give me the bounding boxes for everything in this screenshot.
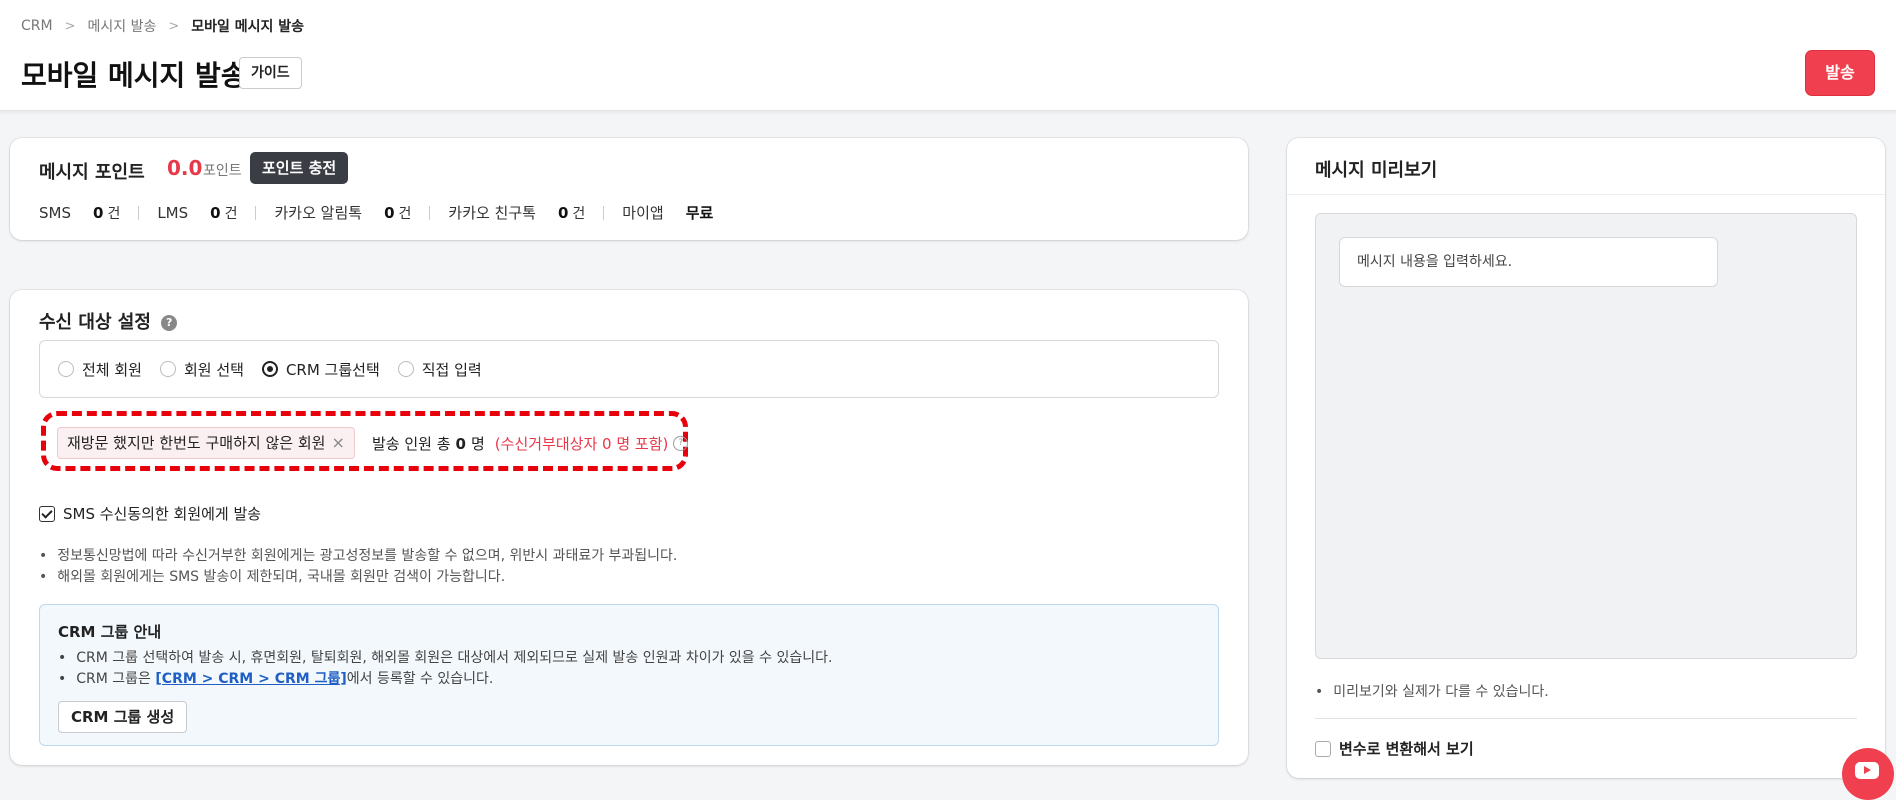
variable-convert-label: 변수로 변환해서 보기	[1339, 740, 1474, 758]
notice-item: 해외몰 회원에게는 SMS 발송이 제한되며, 국내몰 회원만 검색이 가능합니…	[39, 567, 677, 588]
divider	[138, 205, 140, 220]
count-unit-kakao-friendtalk: 건	[572, 205, 586, 222]
crm-group-info-list: CRM 그룹 선택하여 발송 시, 휴면회원, 탈퇴회원, 해외몰 회원은 대상…	[58, 648, 832, 690]
count-value-myapp: 무료	[685, 204, 714, 222]
close-icon[interactable]: ×	[331, 428, 344, 458]
divider	[429, 205, 431, 220]
preview-area: 메시지 내용을 입력하세요.	[1315, 213, 1857, 659]
notice-item: 정보통신망법에 따라 수신거부한 회원에게는 광고성정보를 발송할 수 없으며,…	[39, 546, 677, 567]
page-header: CRM > 메시지 발송 > 모바일 메시지 발송 모바일 메시지 발송 가이드…	[0, 0, 1896, 111]
youtube-play-icon	[1855, 762, 1879, 779]
send-count: 발송 인원 총 0 명 (수신거부대상자 0 명 포함) ?	[372, 433, 689, 454]
crm-group-info-item: CRM 그룹은 [CRM > CRM > CRM 그룹]에서 등록할 수 있습니…	[58, 669, 832, 690]
breadcrumb: CRM > 메시지 발송 > 모바일 메시지 발송	[21, 16, 304, 36]
divider	[1315, 718, 1857, 719]
radio-circle-icon	[58, 361, 74, 377]
count-unit-kakao-alimtalk: 건	[398, 205, 412, 222]
count-unit-sms: 건	[107, 205, 121, 222]
count-label-sms: SMS	[39, 203, 71, 222]
question-icon[interactable]: ?	[673, 436, 689, 451]
message-preview-card: 메시지 미리보기 메시지 내용을 입력하세요. 미리보기와 실제가 다를 수 있…	[1287, 138, 1885, 778]
crm-group-info-title: CRM 그룹 안내	[58, 623, 162, 641]
preview-note: 미리보기와 실제가 다를 수 있습니다.	[1315, 681, 1548, 701]
count-value-lms: 0	[210, 203, 221, 222]
selected-group-chip: 재방문 했지만 한번도 구매하지 않은 회원 ×	[57, 427, 355, 459]
variable-convert-checkbox[interactable]: 변수로 변환해서 보기	[1315, 738, 1474, 759]
help-icon[interactable]: ?	[161, 315, 178, 331]
chevron-right-icon: >	[168, 18, 180, 34]
guide-button[interactable]: 가이드	[239, 57, 302, 89]
radio-label: 전체 회원	[82, 360, 142, 379]
recipient-settings-title-text: 수신 대상 설정	[39, 312, 151, 333]
breadcrumb-item-current: 모바일 메시지 발송	[191, 19, 305, 35]
reject-count-text: (수신거부대상자 0 명 포함)	[494, 435, 669, 453]
radio-circle-icon	[159, 361, 176, 377]
points-unit: 포인트	[203, 163, 242, 179]
sms-consent-checkbox[interactable]: SMS 수신동의한 회원에게 발송	[39, 503, 261, 524]
page-title: 모바일 메시지 발송	[21, 59, 247, 92]
breadcrumb-item-message-send[interactable]: 메시지 발송	[88, 16, 157, 36]
preview-title: 메시지 미리보기	[1315, 160, 1438, 181]
count-label-kakao-alimtalk: 카카오 알림톡	[274, 204, 363, 222]
send-count-prefix: 발송 인원 총	[372, 435, 451, 453]
send-count-value: 0	[455, 434, 466, 453]
message-bubble: 메시지 내용을 입력하세요.	[1339, 237, 1718, 287]
radio-label: CRM 그룹선택	[285, 360, 380, 379]
sms-consent-label: SMS 수신동의한 회원에게 발송	[63, 505, 262, 523]
crm-group-info-box: CRM 그룹 안내 CRM 그룹 선택하여 발송 시, 휴면회원, 탈퇴회원, …	[39, 604, 1219, 746]
radio-circle-icon	[397, 361, 414, 377]
chip-label: 재방문 했지만 한번도 구매하지 않은 회원	[67, 434, 326, 452]
youtube-button[interactable]	[1842, 748, 1894, 800]
divider	[1287, 194, 1885, 195]
chevron-right-icon: >	[64, 18, 76, 34]
radio-label: 회원 선택	[183, 360, 244, 379]
info-text: 에서 등록할 수 있습니다.	[346, 671, 494, 687]
breadcrumb-item-crm[interactable]: CRM	[21, 18, 53, 34]
points-title: 메시지 포인트	[39, 162, 145, 183]
radio-crm-group[interactable]: CRM 그룹선택	[261, 359, 380, 380]
recipient-type-radio-group: 전체 회원 회원 선택 CRM 그룹선택 직접 입력	[39, 340, 1219, 398]
count-value-kakao-alimtalk: 0	[384, 203, 395, 222]
recipient-settings-card: 수신 대상 설정 ? 전체 회원 회원 선택 CRM 그룹선택 직접 입력 재방…	[10, 290, 1248, 765]
divider	[603, 205, 605, 220]
count-label-myapp: 마이앱	[622, 204, 664, 222]
count-label-kakao-friendtalk: 카카오 친구톡	[448, 204, 536, 222]
radio-direct-input[interactable]: 직접 입력	[397, 359, 482, 380]
message-points-card: 메시지 포인트 0.0 포인트 포인트 충전 SMS 0 건 LMS 0 건 카…	[10, 138, 1248, 240]
radio-all-members[interactable]: 전체 회원	[58, 359, 142, 380]
count-value-sms: 0	[93, 203, 104, 222]
send-button[interactable]: 발송	[1806, 51, 1874, 95]
crm-group-info-item: CRM 그룹 선택하여 발송 시, 휴면회원, 탈퇴회원, 해외몰 회원은 대상…	[58, 648, 832, 669]
checkbox-icon	[1315, 740, 1331, 757]
count-value-kakao-friendtalk: 0	[557, 203, 569, 222]
radio-select-members[interactable]: 회원 선택	[159, 359, 244, 380]
radio-circle-checked-icon	[261, 361, 278, 377]
create-crm-group-button[interactable]: CRM 그룹 생성	[58, 701, 188, 733]
count-unit-lms: 건	[224, 205, 238, 222]
points-value: 0.0	[167, 156, 203, 180]
crm-group-link[interactable]: [CRM > CRM > CRM 그룹]	[155, 671, 346, 687]
divider	[255, 205, 257, 220]
recipient-settings-title: 수신 대상 설정 ?	[39, 308, 178, 334]
checkbox-checked-icon	[39, 505, 55, 522]
message-counts: SMS 0 건 LMS 0 건 카카오 알림톡 0 건 카카오 친구톡 0 건 …	[39, 202, 713, 223]
notice-list: 정보통신망법에 따라 수신거부한 회원에게는 광고성정보를 발송할 수 없으며,…	[39, 546, 677, 588]
count-label-lms: LMS	[157, 203, 189, 222]
send-count-unit: 명	[470, 435, 485, 453]
info-text: CRM 그룹은	[76, 671, 156, 687]
radio-label: 직접 입력	[421, 360, 482, 379]
charge-points-button[interactable]: 포인트 충전	[250, 152, 349, 184]
